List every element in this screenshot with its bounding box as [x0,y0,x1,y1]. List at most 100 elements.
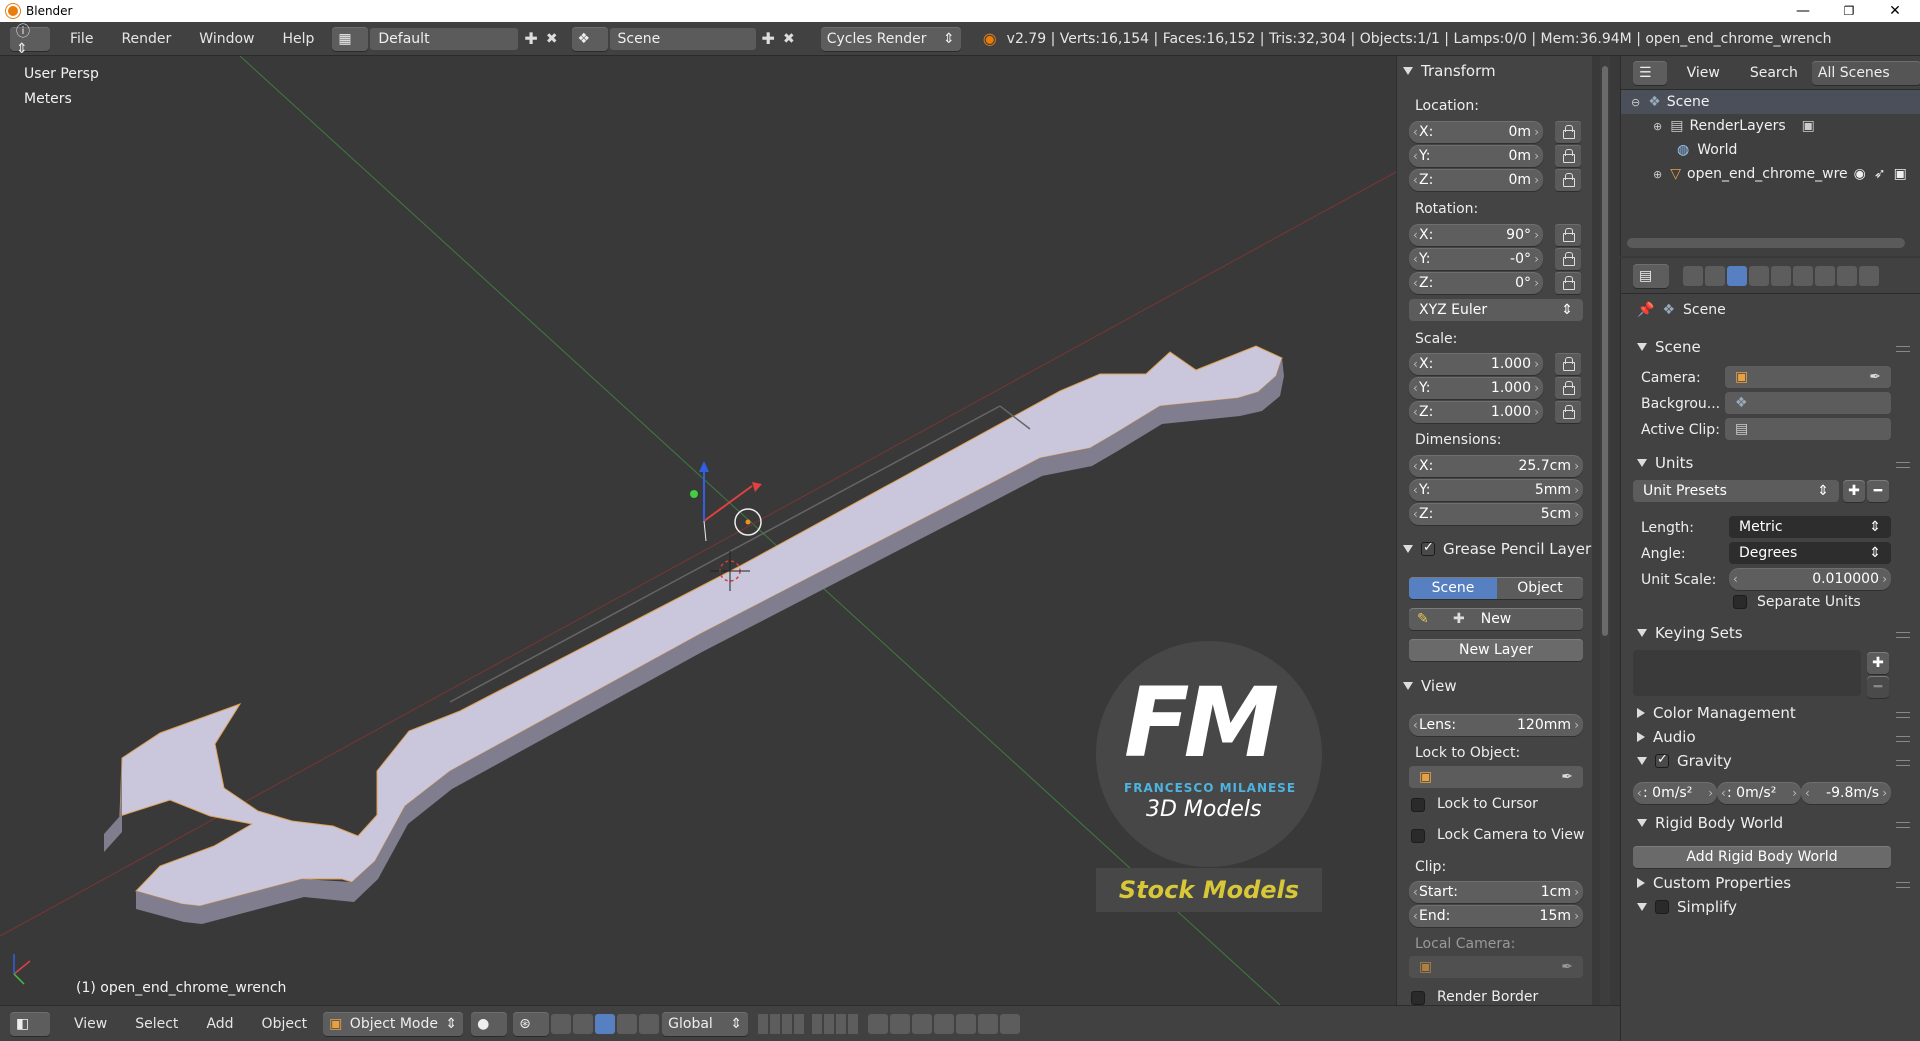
custom-properties-panel-header[interactable]: Custom Properties [1637,874,1791,892]
gravity-x-field[interactable]: : 0m/s² [1633,782,1717,804]
translate-manipulator-icon[interactable] [573,1013,594,1034]
outliner-scrollbar[interactable] [1627,238,1905,248]
camera-field[interactable]: ▣ ✒ [1725,366,1891,388]
minimize-button[interactable]: — [1780,0,1826,22]
render-opengl-icon[interactable] [978,1013,999,1034]
data-tab-icon[interactable] [1837,265,1857,286]
constraints-tab-icon[interactable] [1793,265,1813,286]
3d-viewport[interactable]: User Persp Meters (1) open_end_chrome_wr… [0,56,1396,1005]
rotation-y-field[interactable]: Y:-0° [1409,248,1543,270]
world-tab-icon[interactable] [1749,265,1769,286]
separate-units-checkbox[interactable] [1733,595,1747,609]
rigid-body-panel-header[interactable]: Rigid Body World [1637,814,1783,832]
editor-type-info-button[interactable]: ⓘ ⇕ [10,24,50,57]
simplify-checkbox[interactable] [1655,900,1669,914]
keying-sets-list[interactable] [1633,650,1861,696]
dimension-x-field[interactable]: X:25.7cm [1409,455,1583,477]
delete-scene-icon[interactable]: ✖ [783,31,795,47]
lock-rotation-z-icon[interactable] [1555,272,1581,294]
viewport-shading-button[interactable]: ● [471,1011,508,1036]
add-layout-icon[interactable]: ✚ [524,29,537,48]
grease-scene-tab[interactable]: Scene [1409,577,1497,599]
modifiers-tab-icon[interactable] [1815,265,1835,286]
rotation-z-field[interactable]: Z:0° [1409,272,1543,294]
dimension-y-field[interactable]: Y:5mm [1409,479,1583,501]
keying-sets-panel-header[interactable]: Keying Sets [1637,624,1743,642]
rotate-manipulator-icon[interactable] [595,1013,616,1034]
lock-camera-checkbox[interactable] [1411,829,1425,843]
lock-object-field[interactable]: ▣ ✒ [1409,766,1583,788]
menu-file[interactable]: File [56,31,107,47]
render-layers-tab-icon[interactable] [1705,265,1725,286]
layers-grid-2[interactable] [812,1013,861,1034]
grease-pencil-header[interactable]: Grease Pencil Layer [1403,538,1591,560]
scale-manipulator-icon[interactable] [617,1013,638,1034]
length-unit-select[interactable]: Metric ⇕ [1729,516,1891,538]
lock-rotation-x-icon[interactable] [1555,224,1581,246]
bottom-menu-object[interactable]: Object [248,1016,322,1032]
snap-element-icon[interactable] [934,1013,955,1034]
remove-unit-preset-button[interactable]: ━ [1867,480,1889,502]
dimension-z-field[interactable]: Z:5cm [1409,503,1583,525]
scale-y-field[interactable]: Y:1.000 [1409,377,1543,399]
render-engine-select[interactable]: Cycles Render ⇕ [820,26,961,51]
lock-rotation-y-icon[interactable] [1555,248,1581,270]
render-tab-icon[interactable] [1683,265,1703,286]
scale-z-field[interactable]: Z:1.000 [1409,401,1543,423]
grease-new-button[interactable]: ✎ ✚ New [1409,608,1583,630]
grease-object-tab[interactable]: Object [1497,577,1583,599]
proportional-edit-icon[interactable] [890,1013,911,1034]
interaction-mode-select[interactable]: ▣ Object Mode ⇕ [323,1011,464,1036]
outliner-display-select[interactable]: All Scenes [1811,60,1920,85]
transform-orientation-select[interactable]: Global ⇕ [662,1011,749,1036]
pivot-point-button[interactable]: ⊛ [513,1011,550,1036]
outliner-editor-type-button[interactable]: ☰ [1633,60,1667,85]
gravity-z-field[interactable]: -9.8m/s [1801,782,1891,804]
3d-view-editor-type-button[interactable]: ◧ [10,1011,50,1036]
bottom-menu-view[interactable]: View [60,1016,121,1032]
rotation-x-field[interactable]: X:90° [1409,224,1543,246]
angle-unit-select[interactable]: Degrees ⇕ [1729,542,1891,564]
background-scene-field[interactable]: ❖ [1725,392,1891,414]
material-tab-icon[interactable] [1859,265,1879,286]
lock-scale-x-icon[interactable] [1555,353,1581,375]
outliner-view-menu[interactable]: View [1687,65,1720,81]
active-clip-field[interactable]: ▤ [1725,418,1891,440]
menu-window[interactable]: Window [185,31,268,47]
location-x-field[interactable]: X:0m [1409,121,1543,143]
lock-location-z-icon[interactable] [1555,169,1581,191]
color-management-panel-header[interactable]: Color Management [1637,704,1796,722]
unit-presets-select[interactable]: Unit Presets ⇕ [1633,480,1839,502]
bottom-menu-select[interactable]: Select [121,1016,192,1032]
scene-name-field[interactable]: Scene [609,27,756,50]
add-scene-icon[interactable]: ✚ [762,29,775,48]
rotation-mode-select[interactable]: XYZ Euler ⇕ [1409,299,1583,321]
gravity-checkbox[interactable] [1655,752,1669,768]
scale-x-field[interactable]: X:1.000 [1409,353,1543,375]
location-y-field[interactable]: Y:0m [1409,145,1543,167]
render-border-checkbox[interactable] [1411,991,1425,1005]
transform-header[interactable]: Transform [1403,60,1496,82]
render-animation-icon[interactable] [1000,1013,1021,1034]
shelf-scrollbar[interactable] [1600,56,1610,1005]
lock-scale-z-icon[interactable] [1555,401,1581,423]
transform-space-icon[interactable] [639,1013,660,1034]
add-rigid-body-world-button[interactable]: Add Rigid Body World [1633,846,1891,868]
layout-name-field[interactable]: Default [370,27,519,50]
remove-keying-set-button[interactable]: ━ [1867,676,1889,698]
scene-panel-header[interactable]: Scene [1637,338,1701,356]
lock-cursor-checkbox[interactable] [1411,798,1425,812]
snap-toggle-icon[interactable] [912,1013,933,1034]
grease-pencil-checkbox[interactable] [1421,540,1435,556]
clip-end-field[interactable]: End:15m [1409,905,1583,927]
maximize-button[interactable]: ❐ [1826,0,1872,22]
outliner-item-scene[interactable]: ⊖ ❖ Scene [1621,90,1920,114]
clip-start-field[interactable]: Start:1cm [1409,881,1583,903]
lock-scale-y-icon[interactable] [1555,377,1581,399]
close-button[interactable]: ✕ [1872,0,1918,22]
lock-location-x-icon[interactable] [1555,121,1581,143]
units-panel-header[interactable]: Units [1637,454,1693,472]
audio-panel-header[interactable]: Audio [1637,728,1696,746]
view-header[interactable]: View [1403,675,1457,697]
outliner-search-menu[interactable]: Search [1750,65,1798,81]
